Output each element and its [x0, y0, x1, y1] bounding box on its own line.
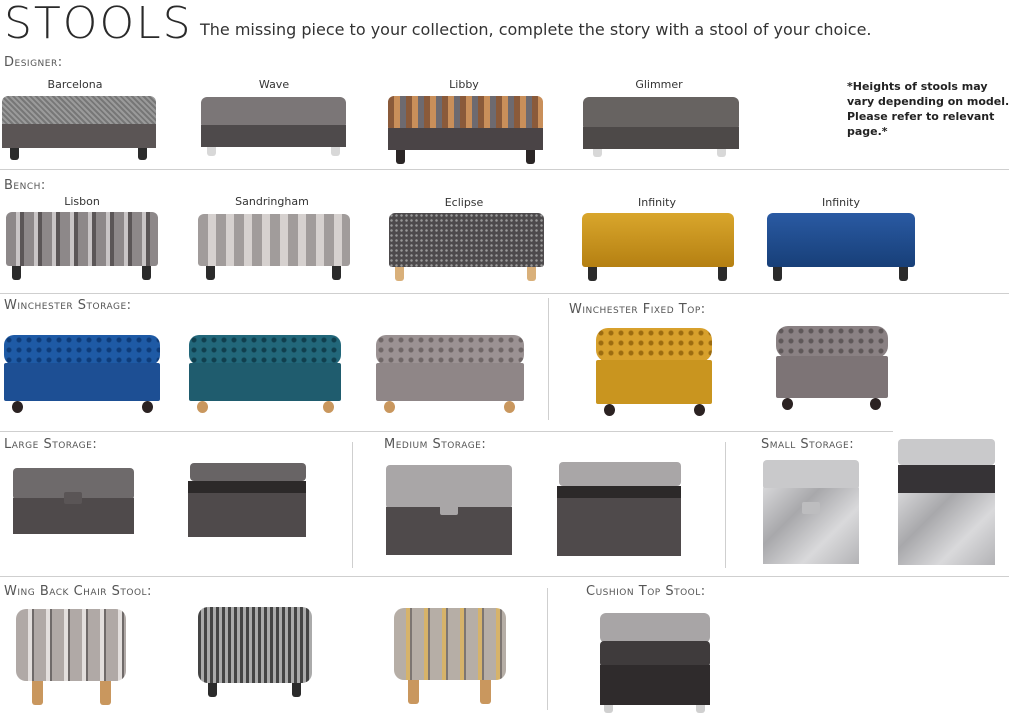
stool-image-eclipse: [389, 213, 544, 281]
section-cushion-top-heading: Cushion Top Stool:: [586, 584, 706, 599]
stool-name-glimmer: Glimmer: [635, 78, 683, 91]
stool-image-large-storage-open: [188, 463, 306, 541]
stool-image-small-storage-open: [898, 439, 995, 569]
stool-name-infinity-mustard: Infinity: [638, 196, 676, 209]
stool-name-sandringham: Sandringham: [235, 195, 309, 208]
stool-image-winchester-navy: [4, 335, 160, 413]
stool-image-infinity-navy: [767, 213, 915, 281]
stool-image-winchester-teal: [189, 335, 341, 413]
section-wing-back-heading: Wing Back Chair Stool:: [4, 584, 152, 599]
stool-image-glimmer: [583, 97, 739, 159]
section-large-storage-heading: Large Storage:: [4, 437, 98, 452]
stool-image-medium-storage-closed: [386, 465, 512, 557]
section-designer-heading: Designer:: [4, 55, 63, 70]
height-note-line-3: Please refer to relevant page.*: [847, 110, 995, 138]
stool-image-winchester-grey: [376, 335, 524, 413]
divider-large-medium: [352, 442, 353, 568]
height-note-line-2: vary depending on model.: [847, 95, 1009, 108]
stool-image-infinity-mustard: [582, 213, 734, 281]
divider-winchester: [548, 298, 549, 420]
stool-image-wave: [201, 97, 346, 159]
stool-image-barcelona: [2, 96, 156, 162]
section-small-storage-heading: Small Storage:: [761, 437, 855, 452]
stool-name-libby: Libby: [449, 78, 479, 91]
stool-image-cushion-top: [600, 613, 710, 713]
stool-image-winchester-fixed-grey: [776, 326, 888, 410]
stool-name-lisbon: Lisbon: [64, 195, 100, 208]
divider-2: [0, 293, 1009, 294]
page-title: STOOLS: [4, 0, 193, 49]
stool-name-wave: Wave: [258, 78, 290, 91]
stool-image-wing-back-tartan-grey: [16, 609, 126, 707]
section-winchester-storage-heading: Winchester Storage:: [4, 298, 132, 313]
stool-image-medium-storage-open: [557, 462, 681, 558]
stool-image-lisbon: [6, 212, 158, 280]
stool-name-infinity-navy: Infinity: [822, 196, 860, 209]
divider-1: [0, 169, 1009, 170]
section-medium-storage-heading: Medium Storage:: [384, 437, 487, 452]
stool-image-libby: [388, 96, 543, 166]
stool-image-wing-back-tartan-mustard: [394, 608, 506, 706]
stool-image-large-storage-closed: [13, 468, 134, 536]
height-note: *Heights of stools may vary depending on…: [847, 79, 1009, 139]
divider-wing-cushion: [547, 588, 548, 710]
stool-name-eclipse: Eclipse: [444, 196, 484, 209]
section-bench-heading: Bench:: [4, 178, 46, 193]
stool-name-barcelona: Barcelona: [47, 78, 103, 91]
section-winchester-fixed-heading: Winchester Fixed Top:: [569, 302, 706, 317]
stool-image-sandringham: [198, 214, 350, 282]
stool-image-winchester-fixed-mustard: [596, 328, 712, 418]
divider-medium-small: [725, 442, 726, 568]
stool-image-small-storage-closed: [763, 460, 859, 568]
divider-4: [0, 576, 1009, 577]
divider-3: [0, 431, 893, 432]
page-subtitle: The missing piece to your collection, co…: [200, 20, 872, 39]
stool-image-wing-back-check: [198, 607, 312, 699]
height-note-line-1: *Heights of stools may: [847, 80, 988, 93]
